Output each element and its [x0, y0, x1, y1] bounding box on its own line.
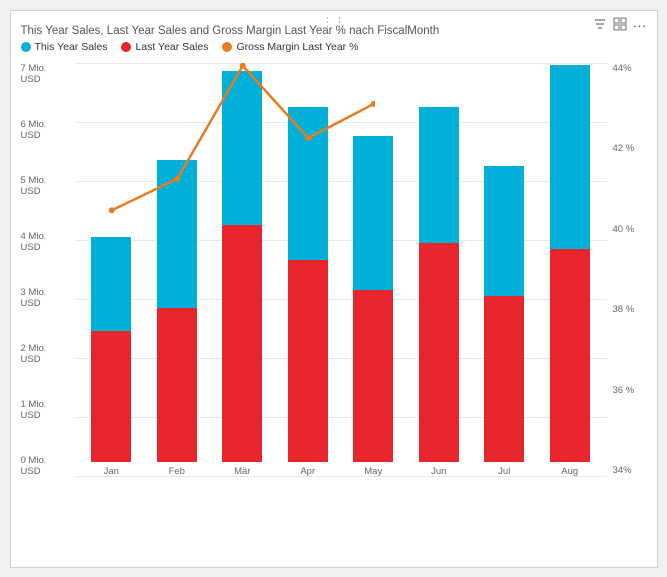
bar-stack: [288, 107, 328, 462]
bar-stack: [550, 65, 590, 461]
bar-stack: [222, 71, 262, 461]
y-axis-left-label: 7 Mio. USD: [21, 63, 69, 85]
this-year-segment: [157, 160, 197, 308]
bar-month-label: Aug: [561, 466, 578, 477]
bar-stack: [157, 160, 197, 462]
legend-label: This Year Sales: [35, 41, 108, 53]
y-axis-left-label: 2 Mio. USD: [21, 343, 69, 365]
bar-month-label: Jul: [498, 466, 510, 477]
more-options-icon[interactable]: ···: [633, 17, 647, 33]
last-year-segment: [353, 290, 393, 462]
last-year-segment: [484, 296, 524, 462]
bar-group: Apr: [280, 107, 336, 477]
legend: This Year Sales Last Year Sales Gross Marg…: [21, 41, 645, 53]
this-year-segment: [288, 107, 328, 261]
bar-group: Jun: [411, 107, 467, 477]
bar-month-label: Feb: [169, 466, 185, 477]
bar-group: Jul: [476, 166, 532, 477]
y-axis-right-label: 38 %: [613, 304, 635, 315]
chart-inner: Jan Feb Mär Apr May Jun Jul Aug: [75, 59, 607, 499]
legend-label: Last Year Sales: [135, 41, 208, 53]
bar-group: Jan: [83, 237, 139, 477]
bar-month-label: Mär: [234, 466, 250, 477]
y-axis-left-label: 0 Mio. USD: [21, 455, 69, 477]
top-bar: ···: [593, 17, 647, 34]
y-axis-right-label: 36 %: [613, 385, 635, 396]
y-axis-left-label: 5 Mio. USD: [21, 175, 69, 197]
y-axis-left-label: 4 Mio. USD: [21, 231, 69, 253]
this-year-segment: [222, 71, 262, 225]
legend-item: Gross Margin Last Year %: [222, 41, 358, 53]
this-year-segment: [91, 237, 131, 332]
legend-color-dot: [21, 42, 31, 52]
bar-month-label: Jun: [431, 466, 446, 477]
legend-item: This Year Sales: [21, 41, 108, 53]
y-axis-left: 0 Mio. USD 1 Mio. USD 2 Mio. USD 3 Mio. USD…: [21, 59, 75, 499]
last-year-segment: [91, 331, 131, 461]
y-axis-left-label: 1 Mio. USD: [21, 399, 69, 421]
legend-color-dot: [222, 42, 232, 52]
bar-group: Aug: [542, 65, 598, 476]
chart-area: 0 Mio. USD 1 Mio. USD 2 Mio. USD 3 Mio. USD…: [21, 59, 645, 499]
drag-handle[interactable]: ⋮⋮: [322, 15, 346, 29]
this-year-segment: [550, 65, 590, 248]
bar-month-label: May: [364, 466, 382, 477]
bar-month-label: Jan: [104, 466, 119, 477]
y-axis-left-label: 6 Mio. USD: [21, 119, 69, 141]
last-year-segment: [288, 260, 328, 461]
y-axis-right-label: 34%: [613, 465, 632, 476]
last-year-segment: [419, 243, 459, 462]
this-year-segment: [419, 107, 459, 243]
y-axis-right-label: 44%: [613, 63, 632, 74]
bar-stack: [353, 136, 393, 461]
legend-color-dot: [121, 42, 131, 52]
last-year-segment: [550, 249, 590, 462]
chart-container: ⋮⋮ ··· This Year Sales, Last Year Sales …: [10, 10, 658, 568]
y-axis-right-label: 40 %: [613, 224, 635, 235]
this-year-segment: [353, 136, 393, 290]
bars-area: Jan Feb Mär Apr May Jun Jul Aug: [75, 63, 607, 477]
bar-stack: [419, 107, 459, 462]
last-year-segment: [157, 308, 197, 462]
y-axis-right: 34% 36 % 38 % 40 % 42 % 44%: [607, 59, 645, 499]
bar-stack: [91, 237, 131, 462]
bar-group: May: [345, 136, 401, 476]
bar-stack: [484, 166, 524, 462]
bar-group: Feb: [149, 160, 205, 477]
legend-label: Gross Margin Last Year %: [236, 41, 358, 53]
expand-icon[interactable]: [613, 17, 627, 34]
bar-month-label: Apr: [300, 466, 315, 477]
legend-item: Last Year Sales: [121, 41, 208, 53]
bar-group: Mär: [214, 71, 270, 476]
this-year-segment: [484, 166, 524, 296]
filter-icon[interactable]: [593, 17, 607, 34]
y-axis-left-label: 3 Mio. USD: [21, 287, 69, 309]
y-axis-right-label: 42 %: [613, 143, 635, 154]
last-year-segment: [222, 225, 262, 462]
